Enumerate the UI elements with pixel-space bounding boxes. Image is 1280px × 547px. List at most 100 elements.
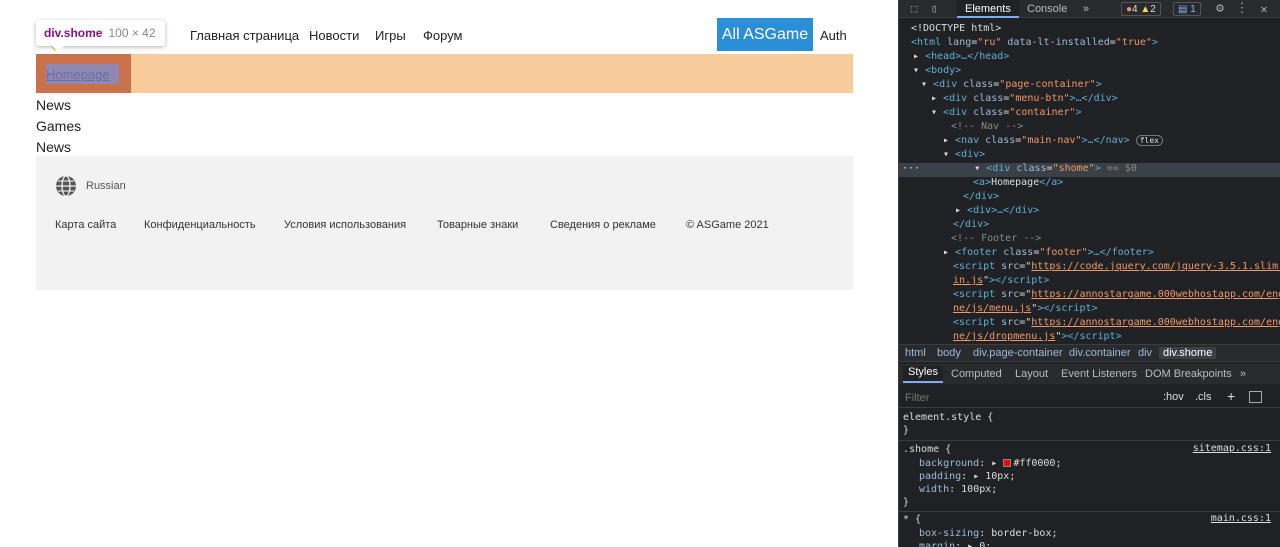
- dom-node-div-collapsed[interactable]: ▸ <div>…</div>: [955, 204, 1039, 217]
- dom-node-menu-btn[interactable]: ▸ <div class="menu-btn">…</div>: [931, 92, 1118, 105]
- dom-node-footer[interactable]: ▸ <footer class="footer">…</footer>: [943, 246, 1154, 259]
- list-item-news-2[interactable]: News: [36, 139, 71, 155]
- style-rules: element.style { } .shome { sitemap.css:1…: [899, 409, 1280, 547]
- rule-prop-box-sizing[interactable]: box-sizing: border-box;: [919, 527, 1058, 540]
- close-icon[interactable]: ✕: [1257, 2, 1271, 16]
- more-tabs-chevron-icon[interactable]: »: [1240, 368, 1246, 380]
- dom-node-anchor[interactable]: <a>Homepage</a>: [973, 176, 1063, 189]
- dom-node-html[interactable]: <html lang="ru" data-lt-installed="true"…: [911, 36, 1158, 49]
- rule-prop-background[interactable]: background: ▸ #ff0000;: [919, 457, 1061, 470]
- devtools-toolbar: ⬚ ▯ Elements Console » ●4 ▲2 ▤ 1 ⚙ ⋮ ✕: [899, 0, 1280, 18]
- rule-prop-width[interactable]: width: 100px;: [919, 483, 997, 496]
- tab-layout[interactable]: Layout: [1015, 368, 1048, 380]
- tab-console[interactable]: Console: [1019, 0, 1075, 18]
- nav-link-forum[interactable]: Форум: [423, 28, 463, 43]
- styles-tabbar: Styles Computed Layout Event Listeners D…: [899, 364, 1280, 384]
- kebab-menu-icon[interactable]: ⋮: [1235, 2, 1249, 16]
- dom-node-script-2[interactable]: <script src="https://annostargame.000web…: [953, 288, 1280, 301]
- dom-node-body[interactable]: ▾ <body>: [913, 64, 961, 77]
- rule-prop-padding[interactable]: padding: ▸ 10px;: [919, 470, 1015, 483]
- dom-node-shome[interactable]: ··· ▾ <div class="shome"> == $0: [902, 162, 1137, 175]
- settings-gear-icon[interactable]: ⚙: [1213, 2, 1227, 16]
- footer-link-privacy[interactable]: Конфиденциальность: [144, 219, 256, 231]
- warning-icon: ▲: [1140, 4, 1151, 15]
- page-viewport: Главная страница Новости Игры Форум All …: [0, 0, 898, 547]
- rule-source-link[interactable]: main.css:1: [1211, 513, 1271, 524]
- inspect-tooltip: div.shome 100 × 42: [36, 20, 165, 46]
- new-rule-button[interactable]: +: [1227, 388, 1235, 404]
- dom-node-script-2-cont: ne/js/menu.js"></script>: [953, 303, 1098, 314]
- dom-node-page-container[interactable]: ▾ <div class="page-container">: [921, 78, 1102, 91]
- dom-node-script-3-cont: ne/js/dropmenu.js"></script>: [953, 331, 1122, 342]
- all-asgame-button[interactable]: All ASGame: [717, 18, 813, 51]
- breadcrumb: html body div.page-container div.contain…: [899, 344, 1280, 362]
- list-item-news[interactable]: News: [36, 97, 71, 113]
- error-count: 4: [1132, 4, 1138, 15]
- breadcrumb-div[interactable]: div: [1138, 347, 1152, 359]
- rule-separator: [899, 511, 1280, 512]
- dom-node-div-close[interactable]: </div>: [953, 218, 989, 231]
- dom-node-script-1[interactable]: <script src="https://code.jquery.com/jqu…: [953, 260, 1280, 273]
- device-toggle-icon[interactable]: ▯: [927, 2, 941, 16]
- tooltip-element-size: 100 × 42: [108, 26, 156, 40]
- tab-event-listeners[interactable]: Event Listeners: [1061, 368, 1137, 380]
- dom-comment-nav[interactable]: <!-- Nav -->: [951, 120, 1023, 133]
- styles-filter-bar: :hov .cls +: [899, 388, 1280, 408]
- more-tabs-chevron-icon[interactable]: »: [1075, 0, 1097, 18]
- warning-count: 2: [1150, 4, 1156, 15]
- dom-tree: <!DOCTYPE html> <html lang="ru" data-lt-…: [899, 21, 1280, 343]
- rule-element-style[interactable]: element.style {: [903, 411, 993, 424]
- shome-row-highlight: [36, 54, 853, 93]
- sidebar-toggle-icon[interactable]: [1249, 391, 1262, 403]
- footer-link-terms[interactable]: Условия использования: [284, 219, 406, 231]
- nav-link-home[interactable]: Главная страница: [190, 28, 299, 43]
- dom-node-head[interactable]: ▸ <head>…</head>: [913, 50, 1009, 63]
- globe-icon[interactable]: [55, 175, 77, 197]
- rule-close-brace: }: [903, 425, 910, 436]
- auth-link[interactable]: Auth: [820, 28, 847, 43]
- breadcrumb-body[interactable]: body: [937, 347, 961, 359]
- nav-link-games[interactable]: Игры: [375, 28, 406, 43]
- footer-link-ads[interactable]: Сведения о рекламе: [550, 219, 656, 231]
- footer-link-sitemap[interactable]: Карта сайта: [55, 219, 116, 231]
- breadcrumb-page-container[interactable]: div.page-container: [973, 347, 1063, 359]
- dom-node-doctype[interactable]: <!DOCTYPE html>: [911, 22, 1001, 35]
- dom-node-container[interactable]: ▾ <div class="container">: [931, 106, 1082, 119]
- footer-link-trademarks[interactable]: Товарные знаки: [437, 219, 518, 231]
- tooltip-arrow: [52, 46, 64, 52]
- breadcrumb-container[interactable]: div.container: [1069, 347, 1131, 359]
- rule-prop-margin[interactable]: margin: ▸ 0;: [919, 540, 991, 547]
- dom-node-div[interactable]: ▾ <div>: [943, 148, 985, 161]
- hov-toggle[interactable]: :hov: [1163, 391, 1184, 403]
- dom-comment-footer[interactable]: <!-- Footer -->: [951, 232, 1041, 245]
- homepage-link[interactable]: Homepage: [46, 67, 110, 82]
- rule-separator: [899, 440, 1280, 441]
- rule-source-link[interactable]: sitemap.css:1: [1193, 443, 1271, 454]
- flex-badge[interactable]: flex: [1135, 135, 1163, 146]
- dom-node-shome-close[interactable]: </div>: [963, 190, 999, 203]
- dom-node-script-1-cont: in.js"></script>: [953, 275, 1050, 286]
- tab-styles[interactable]: Styles: [903, 366, 943, 383]
- dom-node-main-nav[interactable]: ▸ <nav class="main-nav">…</nav> flex: [943, 134, 1163, 147]
- breadcrumb-shome[interactable]: div.shome: [1159, 347, 1217, 359]
- tab-elements[interactable]: Elements: [957, 0, 1019, 18]
- rule-close-brace: }: [903, 497, 910, 508]
- color-swatch[interactable]: [1003, 459, 1012, 467]
- dom-node-script-3[interactable]: <script src="https://annostargame.000web…: [953, 316, 1280, 329]
- nav-link-news[interactable]: Новости: [309, 28, 359, 43]
- breadcrumb-html[interactable]: html: [905, 347, 926, 359]
- tab-computed[interactable]: Computed: [951, 368, 1002, 380]
- tab-dom-breakpoints[interactable]: DOM Breakpoints: [1145, 368, 1232, 380]
- devtools-panel: ⬚ ▯ Elements Console » ●4 ▲2 ▤ 1 ⚙ ⋮ ✕ <…: [898, 0, 1280, 547]
- cls-toggle[interactable]: .cls: [1195, 391, 1212, 403]
- inspect-cursor-icon[interactable]: ⬚: [907, 2, 921, 16]
- issues-badge[interactable]: ●4 ▲2: [1121, 2, 1161, 16]
- styles-filter-input[interactable]: [903, 390, 1155, 406]
- messages-badge[interactable]: ▤ 1: [1173, 2, 1201, 16]
- rule-universal-selector[interactable]: * {: [903, 513, 921, 526]
- list-item-games[interactable]: Games: [36, 118, 81, 134]
- tooltip-element-name: div.shome: [44, 26, 103, 40]
- rule-shome-selector[interactable]: .shome {: [903, 443, 951, 456]
- language-selector[interactable]: Russian: [86, 180, 126, 192]
- message-count: 1: [1190, 4, 1196, 15]
